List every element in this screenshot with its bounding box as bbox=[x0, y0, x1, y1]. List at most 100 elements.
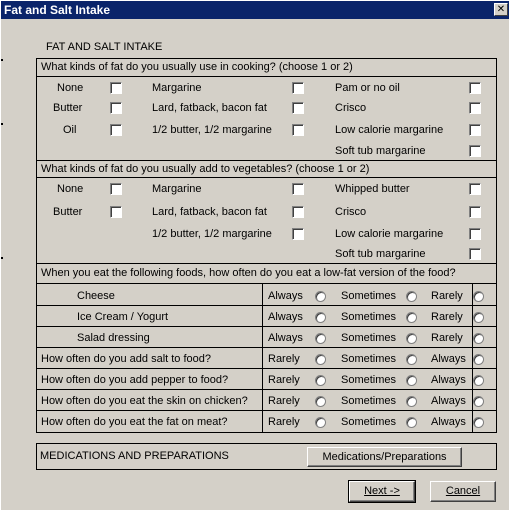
next-button[interactable]: Next -> bbox=[348, 480, 416, 503]
frequency-row-label: How often do you add salt to food? bbox=[41, 353, 212, 365]
cooking-none-checkbox[interactable] bbox=[110, 82, 122, 94]
pepper-sometimes-radio[interactable] bbox=[406, 375, 417, 386]
questions-panel: What kinds of fat do you usually use in … bbox=[36, 58, 497, 433]
vegetables-option-label: 1/2 butter, 1/2 margarine bbox=[152, 228, 272, 240]
medications-panel: MEDICATIONS AND PREPARATIONS Medications… bbox=[36, 443, 497, 470]
pepper-always-radio[interactable] bbox=[473, 375, 484, 386]
pepper-rarely-radio[interactable] bbox=[315, 375, 326, 386]
salad-dressing-sometimes-radio[interactable] bbox=[406, 333, 417, 344]
frequency-row-label: Ice Cream / Yogurt bbox=[77, 311, 169, 323]
vegetables-margarine-checkbox[interactable] bbox=[292, 183, 304, 195]
chicken-skin-rarely-radio[interactable] bbox=[315, 396, 326, 407]
frequency-option-label: Always bbox=[268, 332, 303, 344]
frequency-question: When you eat the following foods, how of… bbox=[41, 267, 456, 279]
divider bbox=[37, 305, 496, 306]
edge-mark bbox=[1, 59, 3, 61]
dialog-window: Fat and Salt Intake ✕ FAT AND SALT INTAK… bbox=[0, 0, 509, 510]
divider bbox=[37, 283, 496, 284]
frequency-option-label: Sometimes bbox=[341, 290, 397, 302]
vegetables-option-label: Lard, fatback, bacon fat bbox=[152, 206, 267, 218]
ice-cream-always-radio[interactable] bbox=[315, 312, 326, 323]
frequency-option-label: Always bbox=[268, 311, 303, 323]
window-title: Fat and Salt Intake bbox=[4, 3, 111, 17]
close-button[interactable]: ✕ bbox=[494, 3, 508, 16]
vegetables-question: What kinds of fat do you usually add to … bbox=[41, 163, 370, 175]
vegetables-option-label: None bbox=[57, 183, 84, 195]
vegetables-soft-tub-checkbox[interactable] bbox=[469, 248, 481, 260]
medications-label: MEDICATIONS AND PREPARATIONS bbox=[40, 450, 229, 462]
cooking-butter-checkbox[interactable] bbox=[110, 102, 122, 114]
cheese-rarely-radio[interactable] bbox=[473, 291, 484, 302]
cooking-question: What kinds of fat do you usually use in … bbox=[41, 61, 353, 73]
cancel-button-label: Cancel bbox=[445, 485, 481, 497]
vegetables-option-label: Crisco bbox=[335, 206, 367, 218]
frequency-option-label: Sometimes bbox=[341, 311, 397, 323]
salad-dressing-always-radio[interactable] bbox=[315, 333, 326, 344]
cooking-soft-tub-checkbox[interactable] bbox=[469, 145, 481, 157]
cooking-option-label: Soft tub margarine bbox=[335, 145, 426, 157]
cooking-low-cal-checkbox[interactable] bbox=[469, 124, 481, 136]
cooking-option-label: None bbox=[57, 82, 84, 94]
frequency-option-label: Sometimes bbox=[341, 332, 397, 344]
cooking-margarine-checkbox[interactable] bbox=[292, 82, 304, 94]
frequency-row-label: Salad dressing bbox=[77, 332, 150, 344]
title-bar: Fat and Salt Intake ✕ bbox=[1, 1, 509, 19]
frequency-option-label: Always bbox=[431, 416, 466, 428]
edge-mark bbox=[1, 123, 3, 125]
frequency-option-label: Rarely bbox=[268, 353, 300, 365]
vegetables-half-butter-checkbox[interactable] bbox=[292, 228, 304, 240]
vegetables-none-checkbox[interactable] bbox=[110, 183, 122, 195]
frequency-option-label: Sometimes bbox=[341, 353, 397, 365]
divider bbox=[37, 347, 496, 348]
meat-fat-rarely-radio[interactable] bbox=[315, 417, 326, 428]
frequency-option-label: Always bbox=[431, 374, 466, 386]
cooking-option-label: Butter bbox=[53, 102, 83, 114]
vegetables-option-label: Soft tub margarine bbox=[335, 248, 426, 260]
salt-sometimes-radio[interactable] bbox=[406, 354, 417, 365]
cooking-half-butter-checkbox[interactable] bbox=[292, 124, 304, 136]
frequency-option-label: Rarely bbox=[431, 311, 463, 323]
vegetables-option-label: Butter bbox=[53, 206, 83, 218]
cooking-crisco-checkbox[interactable] bbox=[469, 102, 481, 114]
frequency-row-label: How often do you eat the skin on chicken… bbox=[41, 395, 248, 407]
vegetables-option-label: Whipped butter bbox=[335, 183, 410, 195]
frequency-option-label: Sometimes bbox=[341, 395, 397, 407]
cooking-option-label: Crisco bbox=[335, 102, 367, 114]
divider bbox=[37, 326, 496, 327]
cooking-option-label: Low calorie margarine bbox=[335, 124, 444, 136]
frequency-option-label: Always bbox=[268, 290, 303, 302]
cooking-pam-checkbox[interactable] bbox=[469, 82, 481, 94]
salad-dressing-rarely-radio[interactable] bbox=[473, 333, 484, 344]
salt-rarely-radio[interactable] bbox=[315, 354, 326, 365]
vegetables-low-cal-checkbox[interactable] bbox=[469, 228, 481, 240]
cancel-button[interactable]: Cancel bbox=[430, 481, 496, 502]
divider bbox=[37, 177, 496, 178]
vegetables-whipped-checkbox[interactable] bbox=[469, 183, 481, 195]
next-button-label: Next -> bbox=[364, 485, 400, 497]
cheese-sometimes-radio[interactable] bbox=[406, 291, 417, 302]
vegetables-crisco-checkbox[interactable] bbox=[469, 206, 481, 218]
divider bbox=[37, 263, 496, 264]
salt-always-radio[interactable] bbox=[473, 354, 484, 365]
divider bbox=[37, 410, 496, 411]
section-heading: FAT AND SALT INTAKE bbox=[46, 41, 163, 53]
vegetables-option-label: Margarine bbox=[152, 183, 202, 195]
frequency-option-label: Rarely bbox=[268, 395, 300, 407]
chicken-skin-always-radio[interactable] bbox=[473, 396, 484, 407]
divider bbox=[37, 160, 496, 161]
ice-cream-rarely-radio[interactable] bbox=[473, 312, 484, 323]
cooking-lard-checkbox[interactable] bbox=[292, 102, 304, 114]
cooking-oil-checkbox[interactable] bbox=[110, 124, 122, 136]
divider bbox=[37, 389, 496, 390]
edge-mark bbox=[1, 257, 3, 259]
medications-button[interactable]: Medications/Preparations bbox=[307, 447, 462, 467]
meat-fat-sometimes-radio[interactable] bbox=[406, 417, 417, 428]
meat-fat-always-radio[interactable] bbox=[473, 417, 484, 428]
frequency-option-label: Rarely bbox=[431, 332, 463, 344]
chicken-skin-sometimes-radio[interactable] bbox=[406, 396, 417, 407]
vegetables-butter-checkbox[interactable] bbox=[110, 206, 122, 218]
ice-cream-sometimes-radio[interactable] bbox=[406, 312, 417, 323]
divider bbox=[37, 76, 496, 77]
cheese-always-radio[interactable] bbox=[315, 291, 326, 302]
vegetables-lard-checkbox[interactable] bbox=[292, 206, 304, 218]
